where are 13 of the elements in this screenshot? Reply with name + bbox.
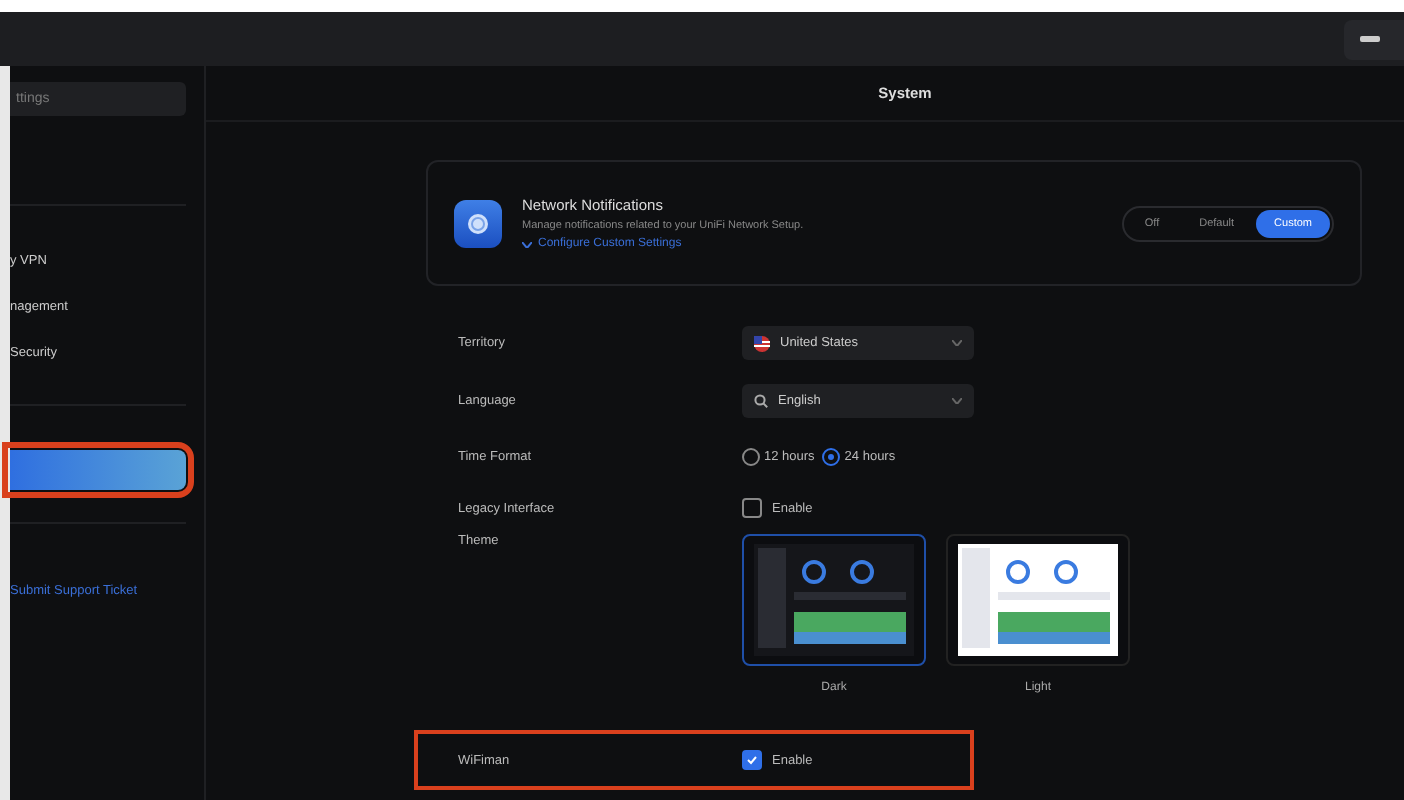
chevron-down-icon (952, 398, 962, 404)
checkbox[interactable] (742, 750, 762, 770)
checkmark-icon (746, 754, 758, 766)
chevron-down-icon (952, 340, 962, 346)
flag-icon (754, 335, 770, 351)
chevron-down-icon (522, 241, 532, 247)
checkbox[interactable] (742, 498, 762, 518)
theme-option[interactable] (946, 534, 1130, 666)
dash-icon (1360, 36, 1380, 42)
app-icon (454, 199, 502, 247)
theme-option[interactable] (742, 534, 926, 666)
search-icon (754, 394, 768, 408)
menu-button[interactable] (1344, 19, 1404, 59)
